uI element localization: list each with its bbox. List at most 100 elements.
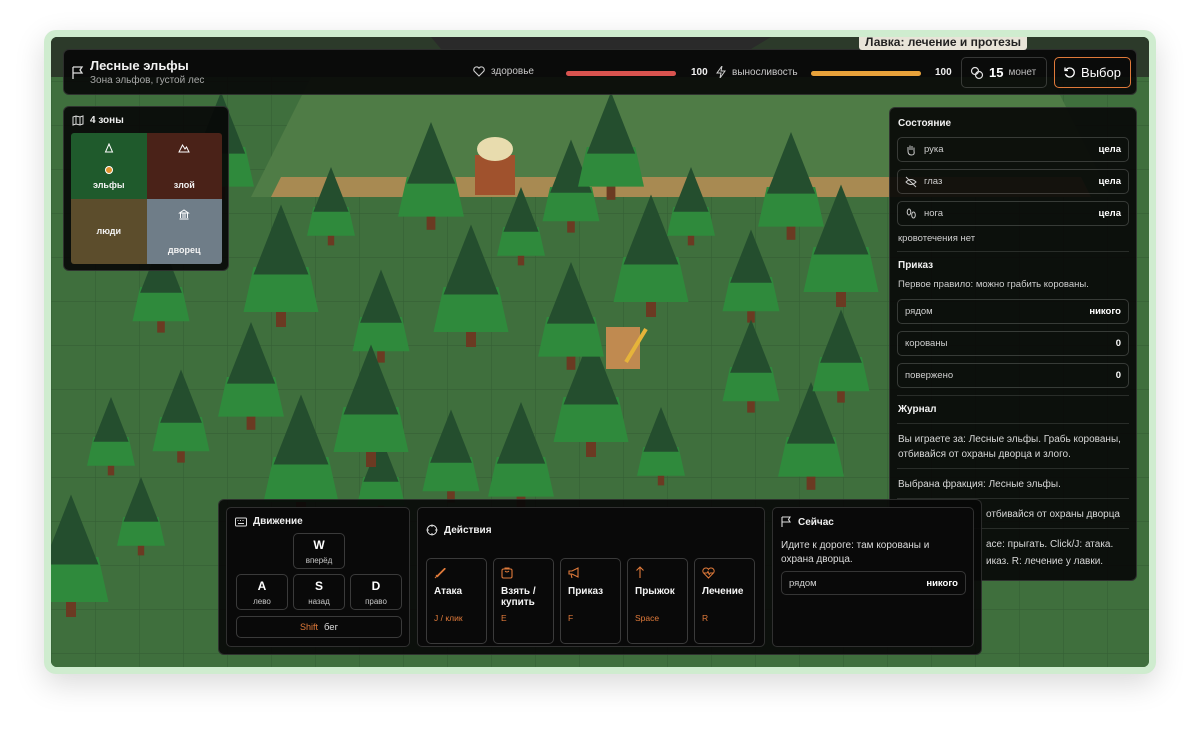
- health-bar: [566, 71, 676, 76]
- key-w[interactable]: W вперёд: [293, 533, 345, 569]
- movement-title: Движение: [253, 516, 303, 527]
- zone-palace[interactable]: дворец: [146, 198, 222, 264]
- action-take-buy[interactable]: Взять / купить E: [493, 558, 554, 644]
- stamina-bar-fill: [811, 71, 921, 76]
- zone-label: эльфы: [92, 179, 125, 190]
- stamina-stat: выносливость: [716, 66, 798, 78]
- status-value: цела: [1098, 208, 1121, 219]
- hand-icon: [907, 145, 915, 156]
- coins-display[interactable]: 15 монет: [961, 57, 1047, 88]
- controls-dock: Движение W вперёд A лево S назад D право: [218, 499, 982, 655]
- eye-off-icon: [905, 176, 917, 187]
- divider: [897, 468, 1129, 469]
- stamina-label: выносливость: [732, 66, 798, 78]
- status-row-leg: нога цела: [897, 201, 1129, 226]
- order-label: рядом: [905, 306, 933, 317]
- status-title: Состояние: [898, 118, 952, 129]
- order-row-nearby: рядом никого: [897, 299, 1129, 324]
- key-letter: W: [313, 537, 325, 552]
- actions-title: Действия: [444, 524, 492, 536]
- lightning-icon: [716, 66, 726, 78]
- movement-panel: Движение W вперёд A лево S назад D право: [226, 507, 410, 647]
- actions-panel: Действия Атака J / клик Взять / купить E…: [417, 507, 765, 647]
- player-character: [606, 327, 648, 369]
- order-row-caravans: корованы 0: [897, 331, 1129, 356]
- arrow-up-icon: [636, 566, 644, 578]
- mountain-icon: [178, 143, 191, 153]
- stamina-value: 100: [935, 67, 952, 78]
- run-key: Shift: [299, 622, 318, 632]
- key-letter: D: [371, 578, 381, 593]
- key-shift[interactable]: Shift бег: [236, 616, 402, 638]
- action-keys: Space: [635, 613, 660, 623]
- action-attack[interactable]: Атака J / клик: [426, 558, 487, 644]
- keyboard-icon: [235, 517, 247, 526]
- shop-hut: [475, 137, 515, 195]
- coins-label: монет: [1008, 67, 1037, 78]
- status-label: нога: [924, 208, 944, 219]
- key-s[interactable]: S назад: [293, 574, 345, 610]
- action-keys: E: [501, 613, 507, 623]
- order-value: никого: [1089, 306, 1121, 317]
- heart-pulse-icon: [702, 567, 715, 579]
- now-nearby-row: рядом никого: [781, 571, 966, 595]
- action-name: Лечение: [702, 586, 744, 597]
- action-name: Прыжок: [635, 586, 675, 597]
- health-bar-fill: [566, 71, 676, 76]
- megaphone-icon: [568, 567, 579, 579]
- key-d[interactable]: D право: [350, 574, 402, 610]
- crosshair-icon: [426, 524, 438, 536]
- action-name: Атака: [434, 586, 463, 597]
- now-hint: Идите к дороге: там корованы и охрана дв…: [781, 540, 930, 565]
- top-bar: Лесные эльфы Зона эльфов, густой лес здо…: [63, 49, 1137, 95]
- action-keys: J / клик: [434, 613, 463, 623]
- journal-entry: Вы играете за: Лесные эльфы. Грабь коров…: [898, 434, 1121, 460]
- key-desc: назад: [308, 596, 330, 606]
- shop-sign: Лавка: лечение и протезы: [859, 37, 1027, 50]
- game-viewport[interactable]: Лесные эльфы Зона эльфов, густой лес здо…: [51, 37, 1149, 667]
- key-a[interactable]: A лево: [236, 574, 288, 610]
- footprints-icon: [906, 208, 916, 218]
- palace-icon: [178, 208, 190, 219]
- order-title: Приказ: [898, 260, 934, 271]
- order-label: повержено: [905, 370, 954, 381]
- nearby-label: рядом: [789, 577, 817, 589]
- heart-pulse-icon: [473, 66, 485, 77]
- coins-value: 15: [989, 65, 1004, 80]
- bleeding-status: кровотечения нет: [898, 233, 976, 244]
- choose-label: Выбор: [1081, 65, 1121, 80]
- journal-entry: Выбрана фракция: Лесные эльфы.: [898, 479, 1061, 490]
- zone-map: эльфы злой люди дворец: [71, 133, 222, 264]
- action-jump[interactable]: Прыжок Space: [627, 558, 688, 644]
- action-name: Взять / купить: [501, 586, 536, 608]
- choose-faction-button[interactable]: Выбор: [1054, 57, 1131, 88]
- coins-icon: [970, 66, 984, 79]
- nearby-value: никого: [926, 577, 958, 589]
- order-rule: Первое правило: можно грабить корованы.: [898, 279, 1089, 290]
- health-value: 100: [691, 67, 708, 78]
- status-value: цела: [1098, 144, 1121, 155]
- now-panel: Сейчас Идите к дороге: там корованы и ох…: [772, 507, 974, 647]
- zones-title: 4 зоны: [90, 115, 124, 126]
- zone-label: люди: [96, 226, 122, 237]
- rotate-icon: [1064, 66, 1075, 78]
- zones-panel: 4 зоны эльфы злой люди дворец: [63, 106, 229, 271]
- key-desc: право: [365, 596, 387, 606]
- zone-elves[interactable]: эльфы: [71, 133, 147, 199]
- bag-icon: [501, 567, 513, 579]
- flag-icon: [72, 66, 84, 79]
- order-value: 0: [1115, 370, 1121, 381]
- action-heal[interactable]: Лечение R: [694, 558, 755, 644]
- health-stat: здоровье: [473, 66, 534, 77]
- order-label: корованы: [905, 338, 948, 349]
- action-order[interactable]: Приказ F: [560, 558, 621, 644]
- status-row-arm: рука цела: [897, 137, 1129, 162]
- divider: [897, 251, 1129, 252]
- zone-label: злой: [173, 179, 195, 190]
- action-keys: R: [702, 613, 709, 623]
- faction-title: Лесные эльфы: [90, 58, 189, 73]
- action-name: Приказ: [568, 586, 604, 597]
- zone-evil[interactable]: злой: [146, 133, 222, 199]
- zone-people[interactable]: люди: [71, 198, 147, 264]
- key-letter: S: [314, 578, 323, 593]
